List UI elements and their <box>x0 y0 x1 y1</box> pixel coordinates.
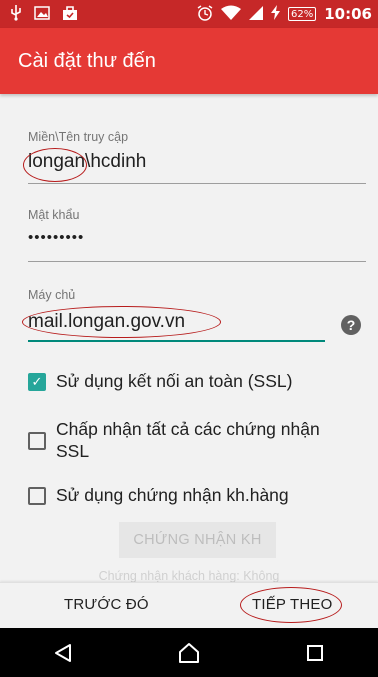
recents-square-icon <box>307 644 323 661</box>
server-underline <box>28 340 325 342</box>
home-icon <box>179 642 199 663</box>
ssl-option[interactable]: ✓ Sử dụng kết nối an toàn (SSL) <box>28 370 292 392</box>
annotation-ellipse <box>22 306 221 338</box>
client-cert-option[interactable]: Sử dụng chứng nhận kh.hàng <box>28 484 289 506</box>
server-label: Máy chủ <box>28 288 76 302</box>
alarm-icon <box>197 4 213 24</box>
client-cert-label: Sử dụng chứng nhận kh.hàng <box>56 485 289 505</box>
signal-icon <box>249 5 264 23</box>
password-underline <box>28 261 366 262</box>
home-button[interactable] <box>159 633 219 673</box>
ssl-option-label: Sử dụng kết nối an toàn (SSL) <box>56 371 293 391</box>
back-triangle-icon <box>55 643 71 662</box>
password-field[interactable]: ••••••••• <box>28 229 84 246</box>
system-nav-bar <box>0 628 378 677</box>
email-incoming-settings-screen: 62% 10:06 Cài đặt thư đến Miền\Tên truy … <box>0 0 378 677</box>
client-cert-checkbox[interactable] <box>28 487 46 505</box>
client-cert-button[interactable]: CHỨNG NHẬN KH <box>119 522 276 558</box>
battery-indicator: 62% <box>288 7 317 21</box>
status-bar: 62% 10:06 <box>0 0 378 28</box>
bag-icon <box>62 5 78 24</box>
annotation-ellipse <box>23 148 87 182</box>
settings-form: Miền\Tên truy cập longan\hcdinh Mật khẩu… <box>0 94 378 584</box>
annotation-ellipse <box>240 587 342 623</box>
username-underline <box>28 183 366 184</box>
usb-icon <box>10 4 22 24</box>
client-cert-status: Chứng nhận khách hàng: Không <box>98 569 280 583</box>
back-button[interactable] <box>33 633 93 673</box>
username-label: Miền\Tên truy cập <box>28 130 129 144</box>
previous-button[interactable]: TRƯỚC ĐÓ <box>64 596 149 613</box>
accept-all-certs-label: Chấp nhận tất cả các chứng nhận SSL <box>56 419 320 461</box>
image-icon <box>34 5 50 23</box>
action-bar: TRƯỚC ĐÓ TIẾP THEO <box>0 582 378 628</box>
page-title: Cài đặt thư đến <box>18 49 156 72</box>
accept-all-certs-option[interactable]: Chấp nhận tất cả các chứng nhận SSL <box>28 418 320 462</box>
charging-icon <box>271 5 281 23</box>
wifi-icon <box>221 5 242 24</box>
status-time: 10:06 <box>324 5 372 23</box>
ssl-checkbox[interactable]: ✓ <box>28 373 46 391</box>
accept-all-certs-checkbox[interactable] <box>28 432 46 450</box>
recents-button[interactable] <box>285 633 345 673</box>
help-icon[interactable]: ? <box>341 315 361 335</box>
app-bar: Cài đặt thư đến <box>0 28 378 94</box>
password-label: Mật khẩu <box>28 208 80 222</box>
